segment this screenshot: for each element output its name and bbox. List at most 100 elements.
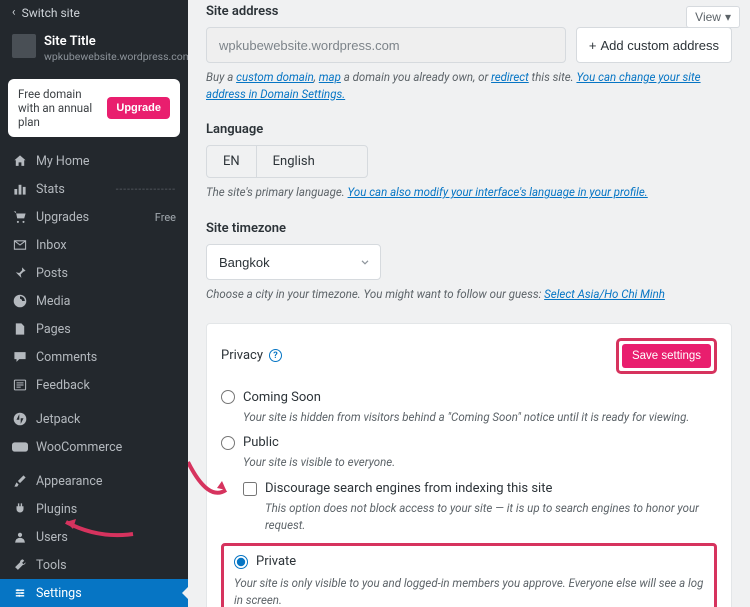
sidebar-item-feedback[interactable]: Feedback — [0, 371, 188, 399]
feedback-icon — [12, 377, 28, 393]
brush-icon — [12, 473, 28, 489]
sidebar-item-label: Feedback — [36, 378, 90, 393]
sidebar-item-label: Appearance — [36, 474, 103, 489]
custom-domain-link[interactable]: custom domain — [236, 70, 314, 84]
language-picker[interactable]: EN English — [206, 145, 368, 178]
plus-icon: + — [589, 38, 597, 53]
switch-site-label: Switch site — [22, 6, 80, 20]
redirect-link[interactable]: redirect — [491, 70, 529, 84]
language-help: The site's primary language. You can als… — [206, 184, 732, 201]
tools-icon — [12, 557, 28, 573]
add-custom-address-button[interactable]: +Add custom address — [576, 27, 732, 63]
private-highlight: Private Your site is only visible to you… — [221, 543, 717, 607]
sidebar-item-pages[interactable]: Pages — [0, 315, 188, 343]
switch-site[interactable]: › Switch site — [0, 0, 188, 26]
site-title: Site Title — [44, 34, 188, 49]
sidebar-item-label: Stats — [36, 182, 65, 197]
promo-box: Free domain with an annual plan Upgrade — [8, 79, 180, 137]
option-desc: Your site is visible to everyone. — [243, 454, 717, 471]
plug-icon — [12, 501, 28, 517]
option-label: Private — [256, 554, 296, 569]
privacy-option-coming-soon: Coming Soon Your site is hidden from vis… — [221, 390, 717, 426]
timezone-section: Site timezone Choose a city in your time… — [206, 221, 732, 303]
woo-icon — [12, 439, 28, 455]
chevron-left-icon: › — [12, 6, 16, 20]
jetpack-icon — [12, 411, 28, 427]
sidebar-item-appearance[interactable]: Appearance — [0, 467, 188, 495]
radio-public[interactable] — [221, 436, 235, 450]
language-section: Language EN English The site's primary l… — [206, 122, 732, 201]
mail-icon — [12, 237, 28, 253]
upgrade-button[interactable]: Upgrade — [107, 97, 170, 119]
option-desc: Your site is hidden from visitors behind… — [243, 409, 717, 426]
site-address-help: Buy a custom domain, map a domain you al… — [206, 69, 732, 102]
sidebar-item-media[interactable]: Media — [0, 287, 188, 315]
main-content: View ▾ Site address +Add custom address … — [188, 0, 750, 607]
sidebar-item-label: Comments — [36, 350, 97, 365]
media-icon — [12, 293, 28, 309]
sidebar-item-label: Media — [36, 294, 70, 309]
option-label: Public — [243, 435, 279, 450]
view-button-label: View — [695, 10, 721, 24]
site-header[interactable]: Site Title wpkubewebsite.wordpress.com — [0, 26, 188, 73]
sidebar-item-label: Upgrades — [36, 210, 89, 225]
sidebar-item-label: Settings — [36, 586, 82, 601]
sidebar-item-label: WooCommerce — [36, 440, 122, 455]
sidebar: › Switch site Site Title wpkubewebsite.w… — [0, 0, 188, 607]
pin-icon — [12, 265, 28, 281]
save-settings-button[interactable]: Save settings — [622, 344, 711, 368]
divider: ---------------- — [116, 184, 176, 195]
stats-icon — [12, 181, 28, 197]
promo-text: Free domain with an annual plan — [18, 87, 99, 129]
option-label: Coming Soon — [243, 390, 321, 405]
save-highlight: Save settings — [616, 338, 717, 374]
site-address-input[interactable] — [206, 27, 566, 63]
info-icon[interactable]: ? — [269, 349, 282, 362]
home-icon — [12, 153, 28, 169]
interface-language-link[interactable]: You can also modify your interface's lan… — [348, 185, 648, 199]
sidebar-item-tools[interactable]: Tools — [0, 551, 188, 579]
timezone-value[interactable] — [206, 244, 381, 280]
sidebar-item-plugins[interactable]: Plugins — [0, 495, 188, 523]
language-name: English — [257, 146, 367, 177]
sidebar-item-comments[interactable]: Comments — [0, 343, 188, 371]
users-icon — [12, 529, 28, 545]
timezone-help: Choose a city in your timezone. You migh… — [206, 286, 732, 303]
sidebar-item-jetpack[interactable]: Jetpack — [0, 405, 188, 433]
timezone-select[interactable] — [206, 244, 381, 280]
sidebar-item-woocommerce[interactable]: WooCommerce — [0, 433, 188, 461]
section-label: Language — [206, 122, 732, 137]
map-link[interactable]: map — [319, 70, 341, 84]
sidebar-item-posts[interactable]: Posts — [0, 259, 188, 287]
sidebar-item-stats[interactable]: Stats ---------------- — [0, 175, 188, 203]
option-desc: Your site is only visible to you and log… — [234, 575, 704, 607]
main-menu: My Home Stats ---------------- Upgrades Fr… — [0, 147, 188, 607]
checkbox-discourage[interactable] — [243, 482, 257, 496]
privacy-option-public: Public Your site is visible to everyone. — [221, 435, 717, 471]
sidebar-item-inbox[interactable]: Inbox — [0, 231, 188, 259]
radio-private[interactable] — [234, 555, 248, 569]
sidebar-item-label: Jetpack — [36, 412, 80, 427]
site-subtitle: wpkubewebsite.wordpress.com — [44, 50, 188, 63]
privacy-option-private: Private Your site is only visible to you… — [234, 554, 704, 607]
cart-icon — [12, 209, 28, 225]
sidebar-item-label: Tools — [36, 558, 67, 573]
page-icon — [12, 321, 28, 337]
sidebar-item-my-home[interactable]: My Home — [0, 147, 188, 175]
sidebar-item-users[interactable]: Users — [0, 523, 188, 551]
sidebar-item-label: Pages — [36, 322, 71, 337]
sidebar-item-settings[interactable]: Settings — [0, 579, 188, 607]
badge-free: Free — [155, 211, 176, 224]
radio-coming-soon[interactable] — [221, 390, 235, 404]
sidebar-item-upgrades[interactable]: Upgrades Free — [0, 203, 188, 231]
view-button[interactable]: View ▾ — [686, 6, 740, 28]
timezone-guess-link[interactable]: Select Asia/Ho Chi Minh — [544, 287, 665, 301]
sidebar-item-label: Users — [36, 530, 68, 545]
section-label: Site address — [206, 4, 732, 19]
site-address-section: Site address +Add custom address Buy a c… — [206, 4, 732, 102]
site-icon — [12, 34, 36, 58]
language-code: EN — [207, 146, 257, 177]
settings-icon — [12, 585, 28, 601]
section-label: Site timezone — [206, 221, 732, 236]
privacy-card: Privacy ? Save settings Coming Soon Your… — [206, 323, 732, 607]
